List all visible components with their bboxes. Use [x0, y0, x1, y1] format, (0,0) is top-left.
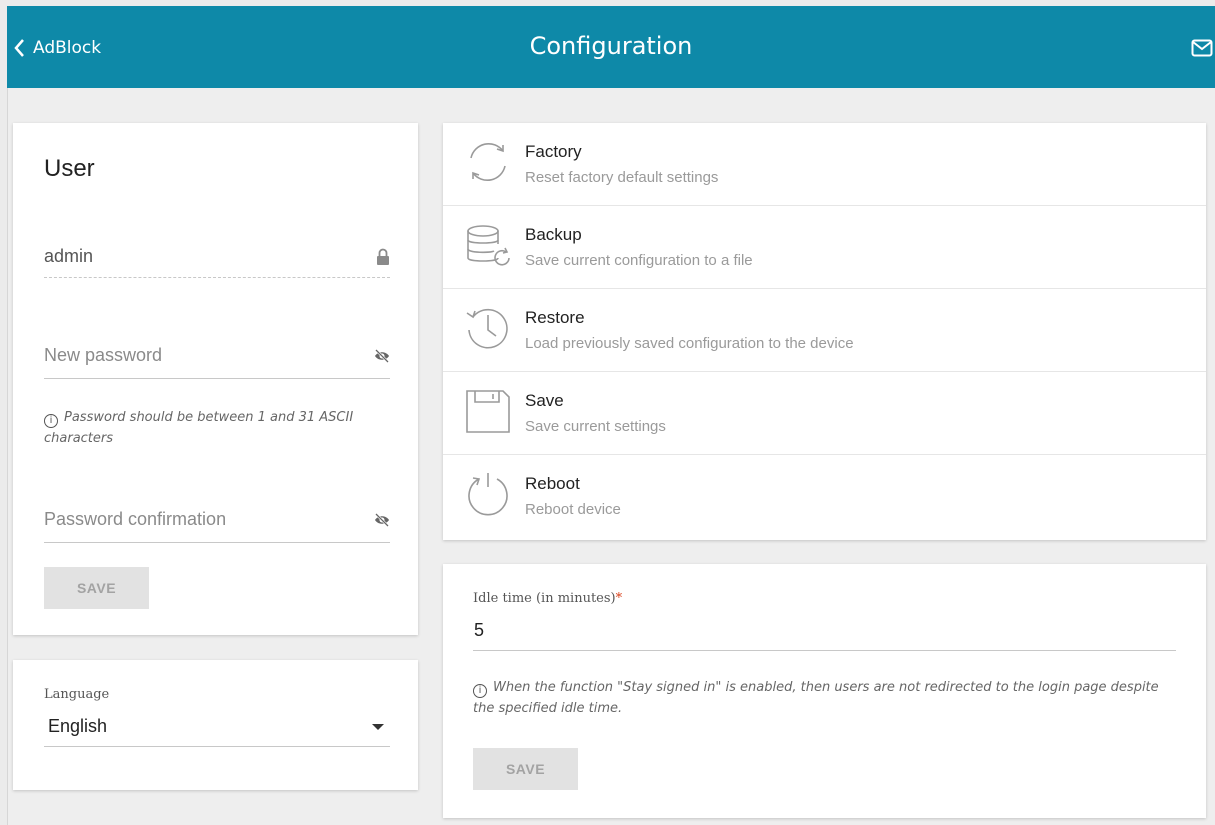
- action-title: Restore: [525, 308, 585, 327]
- password-hint: i Password should be between 1 and 31 ASC…: [44, 407, 384, 449]
- action-description: Save current settings: [525, 418, 666, 435]
- password-confirmation-placeholder: Password confirmation: [44, 509, 227, 529]
- action-description: Reboot device: [525, 501, 621, 518]
- lock-icon: [377, 248, 389, 265]
- action-description: Save current configuration to a file: [525, 252, 753, 269]
- action-save[interactable]: Save Save current settings: [443, 372, 1206, 455]
- idle-time-underline: [473, 650, 1176, 651]
- username-value: admin: [44, 246, 94, 266]
- idle-time-label: Idle time (in minutes)*: [473, 591, 622, 606]
- info-icon: i: [44, 414, 58, 428]
- action-title: Save: [525, 391, 564, 410]
- mail-icon[interactable]: [1191, 38, 1213, 58]
- action-title: Factory: [525, 142, 582, 161]
- actions-card: Factory Reset factory default settings B…: [443, 123, 1206, 540]
- language-select[interactable]: English: [44, 710, 390, 748]
- save-icon: [466, 390, 510, 433]
- factory-reset-icon: [470, 143, 506, 181]
- backup-icon: [467, 225, 510, 266]
- idle-time-hint: i When the function "Stay signed in" is e…: [473, 677, 1183, 719]
- required-mark: *: [615, 591, 623, 606]
- idle-time-card: Idle time (in minutes)* 5 i When the func…: [443, 564, 1206, 818]
- top-bar: AdBlock Configuration: [7, 6, 1215, 88]
- action-title: Backup: [525, 225, 582, 244]
- idle-time-value: 5: [474, 620, 485, 640]
- user-card-title: User: [44, 155, 95, 182]
- user-save-button[interactable]: SAVE: [44, 567, 149, 609]
- action-description: Reset factory default settings: [525, 169, 719, 186]
- action-factory[interactable]: Factory Reset factory default settings: [443, 123, 1206, 206]
- password-confirmation-field[interactable]: Password confirmation: [44, 505, 390, 543]
- action-restore[interactable]: Restore Load previously saved configurat…: [443, 289, 1206, 372]
- user-card: User admin New password i Password should…: [13, 123, 418, 635]
- password-hint-text: Password should be between 1 and 31 ASCI…: [44, 410, 354, 446]
- username-field: admin: [44, 243, 390, 279]
- new-password-field[interactable]: New password: [44, 341, 390, 379]
- restore-icon: [466, 308, 508, 349]
- action-title: Reboot: [525, 474, 580, 493]
- username-underline: [44, 277, 390, 278]
- idle-time-input[interactable]: 5: [473, 618, 1176, 652]
- new-password-underline: [44, 378, 390, 379]
- info-icon: i: [473, 684, 487, 698]
- new-password-placeholder: New password: [44, 345, 163, 365]
- eye-off-icon[interactable]: [374, 349, 390, 363]
- idle-save-button[interactable]: SAVE: [473, 748, 578, 790]
- password-confirmation-underline: [44, 542, 390, 543]
- language-label: Language: [44, 687, 110, 702]
- action-backup[interactable]: Backup Save current configuration to a f…: [443, 206, 1206, 289]
- eye-off-icon[interactable]: [374, 513, 390, 527]
- idle-time-label-text: Idle time (in minutes): [473, 591, 616, 606]
- chevron-down-icon: [372, 724, 384, 730]
- action-reboot[interactable]: Reboot Reboot device: [443, 455, 1206, 538]
- page-title: Configuration: [529, 32, 693, 60]
- action-description: Load previously saved configuration to t…: [525, 335, 854, 352]
- language-card: Language English: [13, 660, 418, 790]
- idle-time-hint-text: When the function "Stay signed in" is en…: [473, 680, 1159, 716]
- language-selected: English: [48, 716, 108, 736]
- reboot-icon: [468, 473, 508, 516]
- language-underline: [44, 746, 390, 747]
